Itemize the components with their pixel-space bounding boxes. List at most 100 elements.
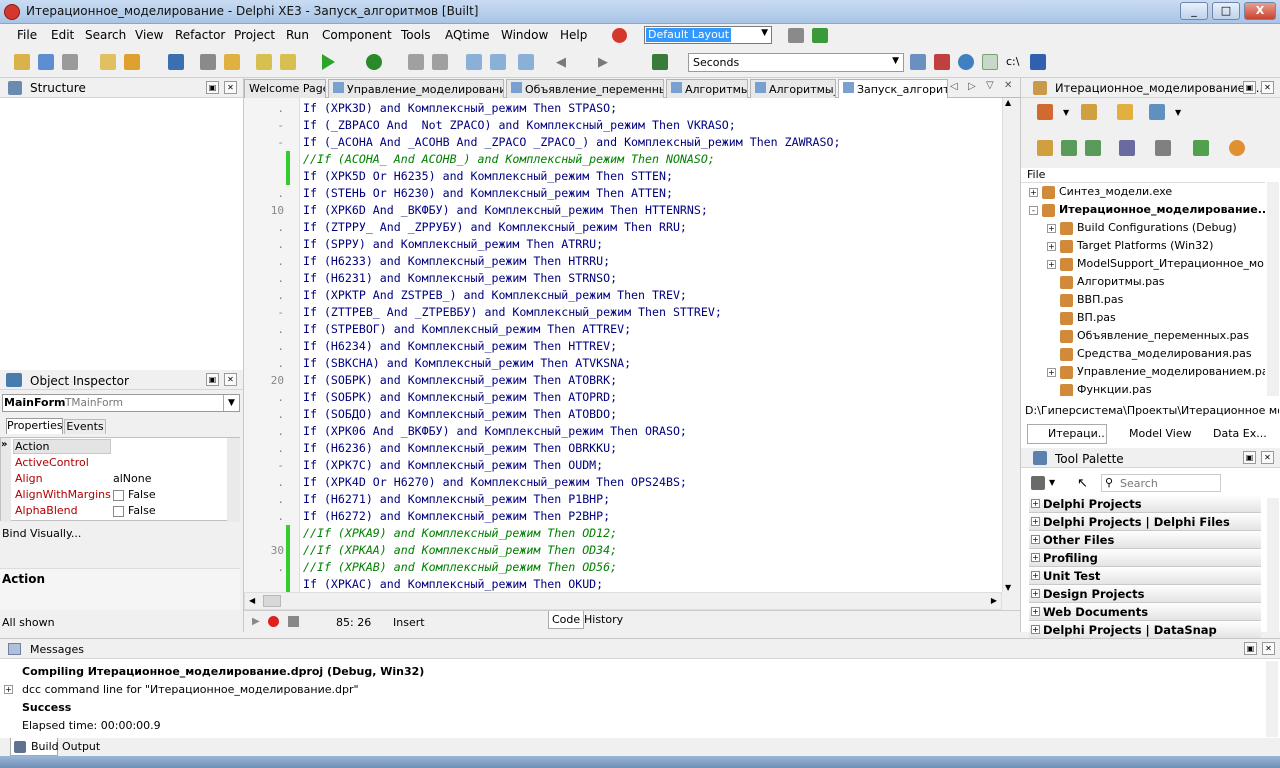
tab-scroll-right-icon[interactable]: ▷ [968, 81, 976, 92]
expand-icon[interactable]: + [1031, 589, 1040, 598]
run-without-debug-icon[interactable] [366, 54, 382, 70]
menu-refactor[interactable]: Refactor [175, 28, 225, 42]
tree-item[interactable]: + Build Configurations (Debug) [1047, 221, 1237, 235]
code-line[interactable]: If (XPK7C) and Комплексный_режим Then OU… [303, 457, 603, 474]
pin-icon[interactable]: ▣ [206, 81, 219, 94]
tab-project[interactable]: Итераци... [1027, 424, 1107, 444]
message-line[interactable]: dcc command line for "Итерационное_модел… [22, 683, 359, 696]
prop-name[interactable]: Action [15, 439, 49, 455]
chevron-down-icon[interactable]: ▼ [1049, 478, 1055, 487]
expand-icon[interactable]: + [1029, 187, 1038, 197]
prop-value-check[interactable]: False [113, 487, 156, 503]
add-existing-project-icon[interactable] [1081, 104, 1097, 120]
seconds-combo[interactable]: Seconds ▼ [688, 53, 904, 72]
prop-name[interactable]: ActiveControl [15, 455, 89, 471]
tree-item[interactable]: + Синтез_модели.exe [1029, 185, 1172, 199]
prop-value-check[interactable]: False [113, 503, 156, 519]
tree-item[interactable]: + Управление_моделированием.pas [1047, 365, 1265, 379]
code-line[interactable]: If (ZTPPУ_ And _ZPPУБУ) and Комплексный_… [303, 219, 687, 236]
palette-category[interactable]: + Web Documents [1029, 604, 1261, 621]
code-line[interactable]: If (H6271) and Комплексный_режим Then P1… [303, 491, 610, 508]
trace-into-icon[interactable] [466, 54, 482, 70]
prop-name[interactable]: AlphaBlend [15, 503, 78, 519]
close-icon[interactable]: ✕ [224, 81, 237, 94]
palette-category[interactable]: + Profiling [1029, 550, 1261, 567]
chevron-down-icon[interactable]: ▼ [1063, 108, 1069, 117]
menu-view[interactable]: View [135, 28, 163, 42]
tab-scroll-left-icon[interactable]: ◁ [950, 81, 958, 92]
tree-item[interactable]: Алгоритмы.pas [1047, 275, 1165, 289]
tree-header-file[interactable]: File [1027, 168, 1045, 181]
message-line[interactable]: Success [22, 701, 71, 714]
minimize-button[interactable]: _ [1180, 2, 1208, 20]
palette-category[interactable]: + Delphi Projects [1029, 496, 1261, 513]
tab-obyavlenie[interactable]: Объявление_переменных [506, 79, 664, 98]
tree-item[interactable]: ВВП.pas [1047, 293, 1123, 307]
stop-macro-icon[interactable] [288, 616, 299, 627]
trace-icon[interactable] [934, 54, 950, 70]
maximize-button[interactable]: □ [1212, 2, 1240, 20]
code-line[interactable]: //If (XPKAB) and Комплексный_режим Then … [303, 559, 617, 576]
expand-icon[interactable]: + [1047, 367, 1056, 377]
code-line[interactable]: If (XPK3D) and Комплексный_режим Then ST… [303, 100, 617, 117]
pin-icon[interactable]: ▣ [1243, 451, 1256, 464]
tab-welcome-page[interactable]: Welcome Page [244, 79, 326, 98]
prop-name[interactable]: Align [15, 471, 43, 487]
close-icon[interactable]: ✕ [1262, 642, 1275, 655]
sync-icon[interactable] [1037, 140, 1053, 156]
property-scrollbar[interactable] [227, 438, 240, 522]
code-line[interactable]: If (SOБPK) and Комплексный_режим Then AT… [303, 372, 617, 389]
expand-icon[interactable]: + [4, 685, 13, 694]
cursor-icon[interactable]: ↖ [1077, 476, 1088, 491]
check-icon[interactable] [982, 54, 998, 70]
editor-vertical-scrollbar[interactable]: ▲ ▼ [1002, 98, 1020, 592]
remove-from-project-icon[interactable] [280, 54, 296, 70]
open-icon[interactable] [38, 54, 54, 70]
tree-item[interactable]: + ModelSupport_Итерационное_мо... [1047, 257, 1265, 271]
sync-icon[interactable] [652, 54, 668, 70]
expand-icon[interactable]: + [1047, 259, 1056, 269]
code-line[interactable]: If (_ACOHA And _ACOHB And _ZPACO _ZPACO_… [303, 134, 840, 151]
tree-item[interactable]: - Итерационное_моделирование... [1029, 203, 1265, 217]
prop-value[interactable]: alNone [113, 471, 152, 487]
command-prompt-icon[interactable]: c:\ [1006, 55, 1019, 68]
scroll-right-icon[interactable]: ▶ [991, 596, 997, 605]
menu-aqtime[interactable]: AQtime [445, 28, 490, 42]
code-line[interactable]: If (STPEBOГ) and Комплексный_режим Then … [303, 321, 631, 338]
code-line[interactable]: If (XPK6D And _BKФБУ) and Комплексный_ре… [303, 202, 708, 219]
menu-edit[interactable]: Edit [51, 28, 74, 42]
tab-events[interactable]: Events [64, 419, 106, 434]
tab-algoritmy[interactable]: Алгоритмы [666, 79, 748, 98]
close-button[interactable]: X [1244, 2, 1276, 20]
editor-horizontal-scrollbar[interactable]: ◀ ▶ [244, 592, 1002, 610]
tree-item[interactable]: Функции.pas [1047, 383, 1152, 396]
run-icon[interactable] [322, 54, 335, 70]
messages-scrollbar[interactable] [1266, 661, 1278, 737]
menu-help[interactable]: Help [560, 28, 587, 42]
calc-icon[interactable] [910, 54, 926, 70]
code-line[interactable]: If (STEHЬ Or H6230) and Комплексный_режи… [303, 185, 673, 202]
add-new-project-icon[interactable] [1037, 104, 1053, 120]
collapse-icon[interactable] [1085, 140, 1101, 156]
message-line[interactable]: Elapsed time: 00:00:00.9 [22, 719, 161, 732]
code-line[interactable]: If (XPK06 And _BKФБУ) and Комплексный_ре… [303, 423, 687, 440]
code-line[interactable]: If (H6272) and Комплексный_режим Then P2… [303, 508, 610, 525]
new-file-icon[interactable] [100, 54, 116, 70]
bind-visually-link[interactable]: Bind Visually... [2, 527, 81, 540]
tree-scrollbar[interactable] [1267, 182, 1279, 396]
code-line[interactable]: If (ZTTPEB_ And _ZTPEBБУ) and Комплексны… [303, 304, 722, 321]
chevron-down-icon[interactable]: ▼ [223, 395, 239, 411]
tab-list-icon[interactable]: ▽ [986, 80, 994, 91]
open-project-icon[interactable] [124, 54, 140, 70]
forward-arrow-icon[interactable]: ▶ [598, 55, 608, 70]
palette-scrollbar[interactable] [1267, 498, 1279, 632]
menu-run[interactable]: Run [286, 28, 309, 42]
layout-select[interactable]: Default Layout ▼ [644, 26, 772, 44]
code-line[interactable]: If (_ZBPACO And Not ZPACO) and Комплексн… [303, 117, 736, 134]
sort-icon[interactable] [1119, 140, 1135, 156]
set-debug-desktop-icon[interactable] [812, 28, 828, 43]
collapse-icon[interactable]: - [1029, 205, 1038, 215]
chevron-down-icon[interactable]: ▼ [1175, 108, 1181, 117]
save-all-icon[interactable] [200, 54, 216, 70]
open-folder-icon[interactable] [1117, 104, 1133, 120]
